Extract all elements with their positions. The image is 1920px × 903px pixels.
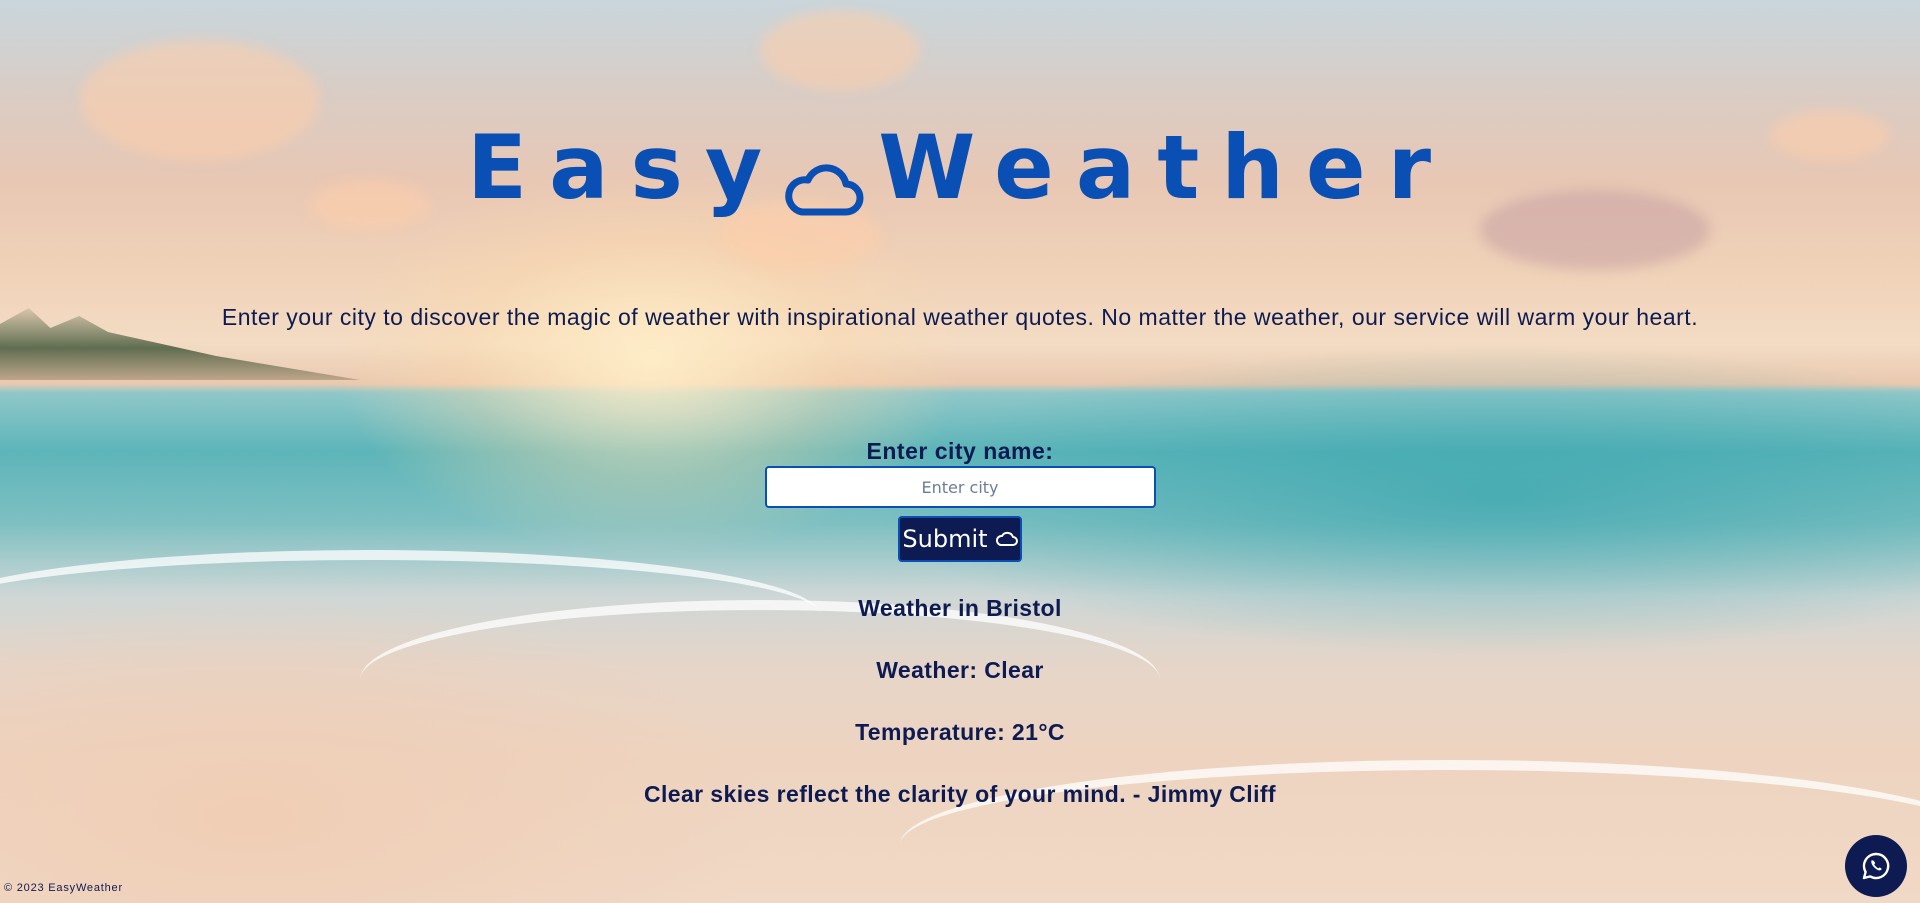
page-title: Easy Weather	[0, 118, 1920, 218]
submit-button[interactable]: Submit	[898, 516, 1022, 562]
intro-text: Enter your city to discover the magic of…	[221, 304, 1699, 330]
city-input[interactable]	[764, 466, 1156, 508]
city-label: Enter city name:	[866, 438, 1054, 464]
submit-label: Submit	[902, 525, 988, 553]
whatsapp-icon	[1862, 852, 1890, 880]
whatsapp-button[interactable]	[1845, 835, 1907, 897]
city-form: Enter city name: Submit	[0, 436, 1920, 562]
title-weather: Weather	[878, 116, 1454, 219]
result-weather: Weather: Clear	[876, 657, 1044, 683]
footer-copyright: © 2023 EasyWeather	[4, 882, 123, 894]
result-temperature: Temperature: 21°C	[855, 719, 1065, 745]
background-cloud	[760, 10, 920, 90]
title-easy: Easy	[466, 116, 785, 219]
cloud-icon	[995, 531, 1018, 546]
cloud-icon	[784, 138, 864, 216]
result-heading: Weather in Bristol	[858, 595, 1062, 621]
result-quote: Clear skies reflect the clarity of your …	[643, 781, 1276, 807]
